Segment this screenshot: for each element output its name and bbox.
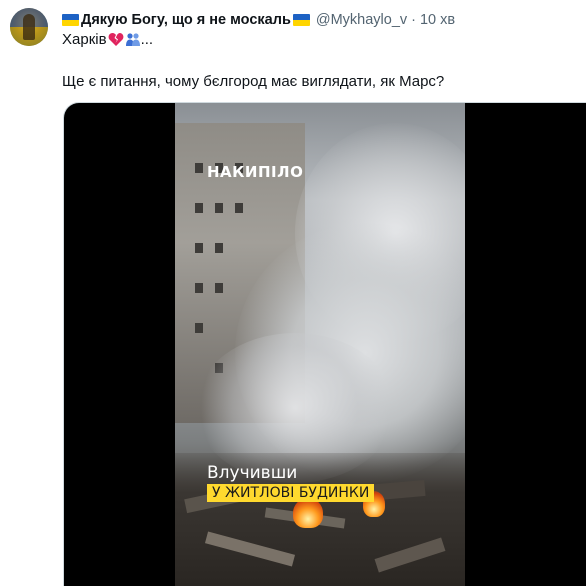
caption-line2: У ЖИТЛОВІ БУДИНКИ	[207, 484, 375, 502]
tweet-header: Дякую Богу, що я не москаль @Mykhaylo_v …	[62, 10, 455, 30]
caption-line1: Влучивши	[207, 463, 298, 483]
timestamp[interactable]: 10 хв	[420, 12, 455, 28]
tweet-text-city: Харків	[62, 31, 107, 48]
separator-dot: ·	[411, 12, 416, 28]
people-hugging-icon	[125, 32, 141, 47]
ukraine-flag-icon	[62, 14, 79, 26]
broken-heart-icon	[108, 32, 124, 47]
tweet-text-line2: Ще є питання, чому бєлгород має виглядат…	[62, 73, 445, 90]
watermark-logo: НАКИПІЛО	[207, 163, 304, 181]
tweet-text-line1: Харків ...	[62, 31, 153, 48]
avatar[interactable]	[10, 8, 48, 46]
video-frame[interactable]: НАКИПІЛО Влучивши У ЖИТЛОВІ БУДИНКИ	[175, 103, 465, 586]
user-handle[interactable]: @Mykhaylo_v	[316, 12, 407, 28]
fire	[293, 498, 323, 528]
tweet[interactable]: Дякую Богу, що я не москаль @Mykhaylo_v …	[0, 0, 586, 586]
video-player[interactable]: НАКИПІЛО Влучивши У ЖИТЛОВІ БУДИНКИ	[63, 102, 586, 586]
display-name[interactable]: Дякую Богу, що я не москаль	[81, 12, 291, 28]
tweet-text-ellipsis: ...	[140, 31, 154, 48]
avatar-figure	[23, 14, 35, 40]
video-caption: Влучивши У ЖИТЛОВІ БУДИНКИ	[207, 463, 375, 502]
ukraine-flag-icon	[292, 14, 310, 26]
